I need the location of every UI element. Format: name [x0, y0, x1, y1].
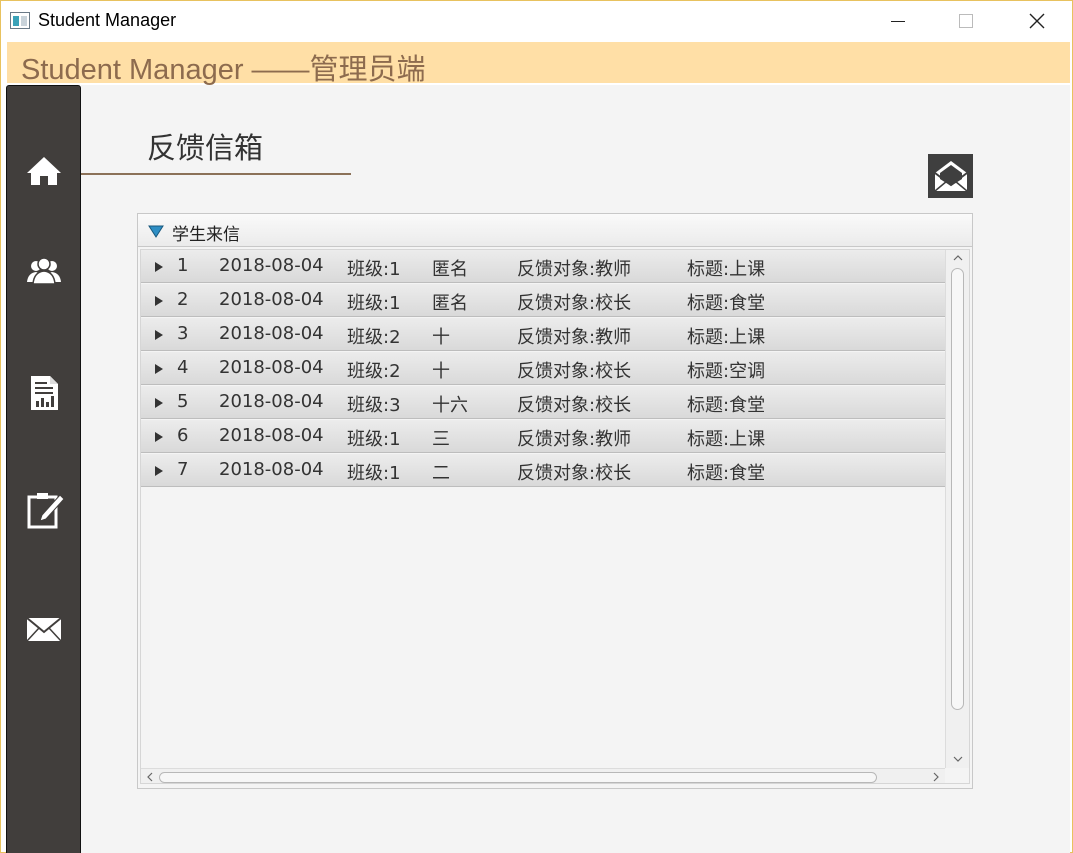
row-target: 反馈对象:校长: [517, 293, 632, 314]
row-subject: 标题:上课: [687, 259, 766, 280]
application-window: Student Manager Student Manager ——管理员端 反…: [0, 0, 1073, 853]
app-window-icon: [10, 12, 30, 29]
row-class: 班级:2: [347, 327, 401, 348]
row-class: 班级:3: [347, 395, 401, 416]
row-target: 反馈对象:教师: [517, 429, 632, 450]
letters-tree-view: 1 2018-08-04 班级:1 匿名 反馈对象:教师 标题:上课 2 201…: [140, 249, 970, 784]
title-underline: [81, 173, 351, 175]
row-name: 十: [432, 361, 450, 382]
sidebar-item-home[interactable]: [17, 144, 71, 198]
row-name: 三: [432, 429, 450, 450]
row-class: 班级:1: [347, 463, 401, 484]
minimize-button[interactable]: [875, 1, 921, 41]
window-title: Student Manager: [38, 10, 177, 30]
student-letters-pane: 学生来信 1 2018-08-04 班级:1 匿名 反馈对象:教师 标题:上课 …: [137, 213, 973, 789]
row-subject: 标题:上课: [687, 429, 766, 450]
row-target: 反馈对象:校长: [517, 395, 632, 416]
sidebar-item-reports[interactable]: [17, 366, 71, 420]
sidebar-item-edit[interactable]: [17, 482, 71, 536]
row-date: 2018-08-04: [219, 255, 324, 276]
tree-row[interactable]: 6 2018-08-04 班级:1 三 反馈对象:教师 标题:上课: [141, 420, 945, 453]
row-id: 7: [177, 459, 189, 480]
report-icon: [31, 376, 58, 410]
vertical-scrollbar[interactable]: [945, 250, 969, 768]
expand-arrow-icon[interactable]: [155, 398, 163, 408]
row-name: 十: [432, 327, 450, 348]
row-target: 反馈对象:校长: [517, 361, 632, 382]
sidebar-item-users[interactable]: [17, 244, 71, 298]
row-class: 班级:1: [347, 293, 401, 314]
row-date: 2018-08-04: [219, 357, 324, 378]
tree-row[interactable]: 3 2018-08-04 班级:2 十 反馈对象:教师 标题:上课: [141, 318, 945, 351]
row-id: 5: [177, 391, 189, 412]
row-name: 匿名: [432, 259, 468, 280]
pane-title: 学生来信: [172, 225, 240, 245]
row-target: 反馈对象:教师: [517, 259, 632, 280]
mail-icon: [26, 617, 62, 642]
row-target: 反馈对象:教师: [517, 327, 632, 348]
expand-arrow-icon[interactable]: [155, 432, 163, 442]
expand-arrow-icon[interactable]: [155, 466, 163, 476]
close-icon: [1029, 13, 1045, 29]
page-title: 反馈信箱: [147, 131, 264, 165]
close-button[interactable]: [1014, 1, 1060, 41]
row-class: 班级:2: [347, 361, 401, 382]
row-target: 反馈对象:校长: [517, 463, 632, 484]
row-class: 班级:1: [347, 429, 401, 450]
sidebar-item-mail[interactable]: [17, 602, 71, 656]
scroll-up-icon[interactable]: [953, 253, 963, 263]
tree-row[interactable]: 5 2018-08-04 班级:3 十六 反馈对象:校长 标题:食堂: [141, 386, 945, 419]
tree-row[interactable]: 4 2018-08-04 班级:2 十 反馈对象:校长 标题:空调: [141, 352, 945, 385]
window-titlebar[interactable]: Student Manager: [1, 1, 1072, 41]
row-name: 二: [432, 463, 450, 484]
scroll-right-icon[interactable]: [931, 772, 941, 782]
users-icon: [27, 257, 61, 285]
row-date: 2018-08-04: [219, 425, 324, 446]
row-date: 2018-08-04: [219, 391, 324, 412]
pane-header[interactable]: 学生来信: [138, 214, 972, 247]
edit-icon: [27, 493, 64, 529]
expand-arrow-icon[interactable]: [155, 330, 163, 340]
row-date: 2018-08-04: [219, 323, 324, 344]
horizontal-scroll-thumb[interactable]: [159, 772, 877, 783]
row-subject: 标题:空调: [687, 361, 766, 382]
row-id: 3: [177, 323, 189, 344]
row-subject: 标题:食堂: [687, 463, 766, 484]
row-id: 1: [177, 255, 189, 276]
home-icon: [27, 157, 61, 185]
row-subject: 标题:食堂: [687, 293, 766, 314]
row-class: 班级:1: [347, 259, 401, 280]
row-date: 2018-08-04: [219, 289, 324, 310]
mail-open-icon: [933, 161, 968, 192]
main-content: 反馈信箱 学生来信 1 2018-08-04 班级:1 匿名 反馈对象:教师 标…: [81, 85, 1070, 853]
scroll-left-icon[interactable]: [145, 772, 155, 782]
row-name: 十六: [432, 395, 468, 416]
app-header: Student Manager ——管理员端: [7, 42, 1070, 86]
app-header-title: Student Manager ——管理员端: [21, 54, 426, 86]
tree-row[interactable]: 2 2018-08-04 班级:1 匿名 反馈对象:校长 标题:食堂: [141, 284, 945, 317]
scroll-down-icon[interactable]: [953, 754, 963, 764]
minimize-icon: [891, 20, 905, 22]
horizontal-scrollbar[interactable]: [141, 768, 945, 783]
row-name: 匿名: [432, 293, 468, 314]
expand-arrow-icon[interactable]: [155, 296, 163, 306]
collapse-arrow-icon[interactable]: [148, 224, 164, 238]
row-date: 2018-08-04: [219, 459, 324, 480]
expand-arrow-icon[interactable]: [155, 262, 163, 272]
vertical-scroll-thumb[interactable]: [951, 268, 964, 710]
maximize-button[interactable]: [943, 1, 989, 41]
row-id: 6: [177, 425, 189, 446]
row-id: 4: [177, 357, 189, 378]
tree-row[interactable]: 7 2018-08-04 班级:1 二 反馈对象:校长 标题:食堂: [141, 454, 945, 487]
row-subject: 标题:上课: [687, 327, 766, 348]
expand-arrow-icon[interactable]: [155, 364, 163, 374]
maximize-icon: [959, 14, 973, 28]
sidebar: [6, 85, 81, 853]
open-mail-button[interactable]: [928, 154, 973, 198]
row-subject: 标题:食堂: [687, 395, 766, 416]
tree-row[interactable]: 1 2018-08-04 班级:1 匿名 反馈对象:教师 标题:上课: [141, 250, 945, 283]
row-id: 2: [177, 289, 189, 310]
